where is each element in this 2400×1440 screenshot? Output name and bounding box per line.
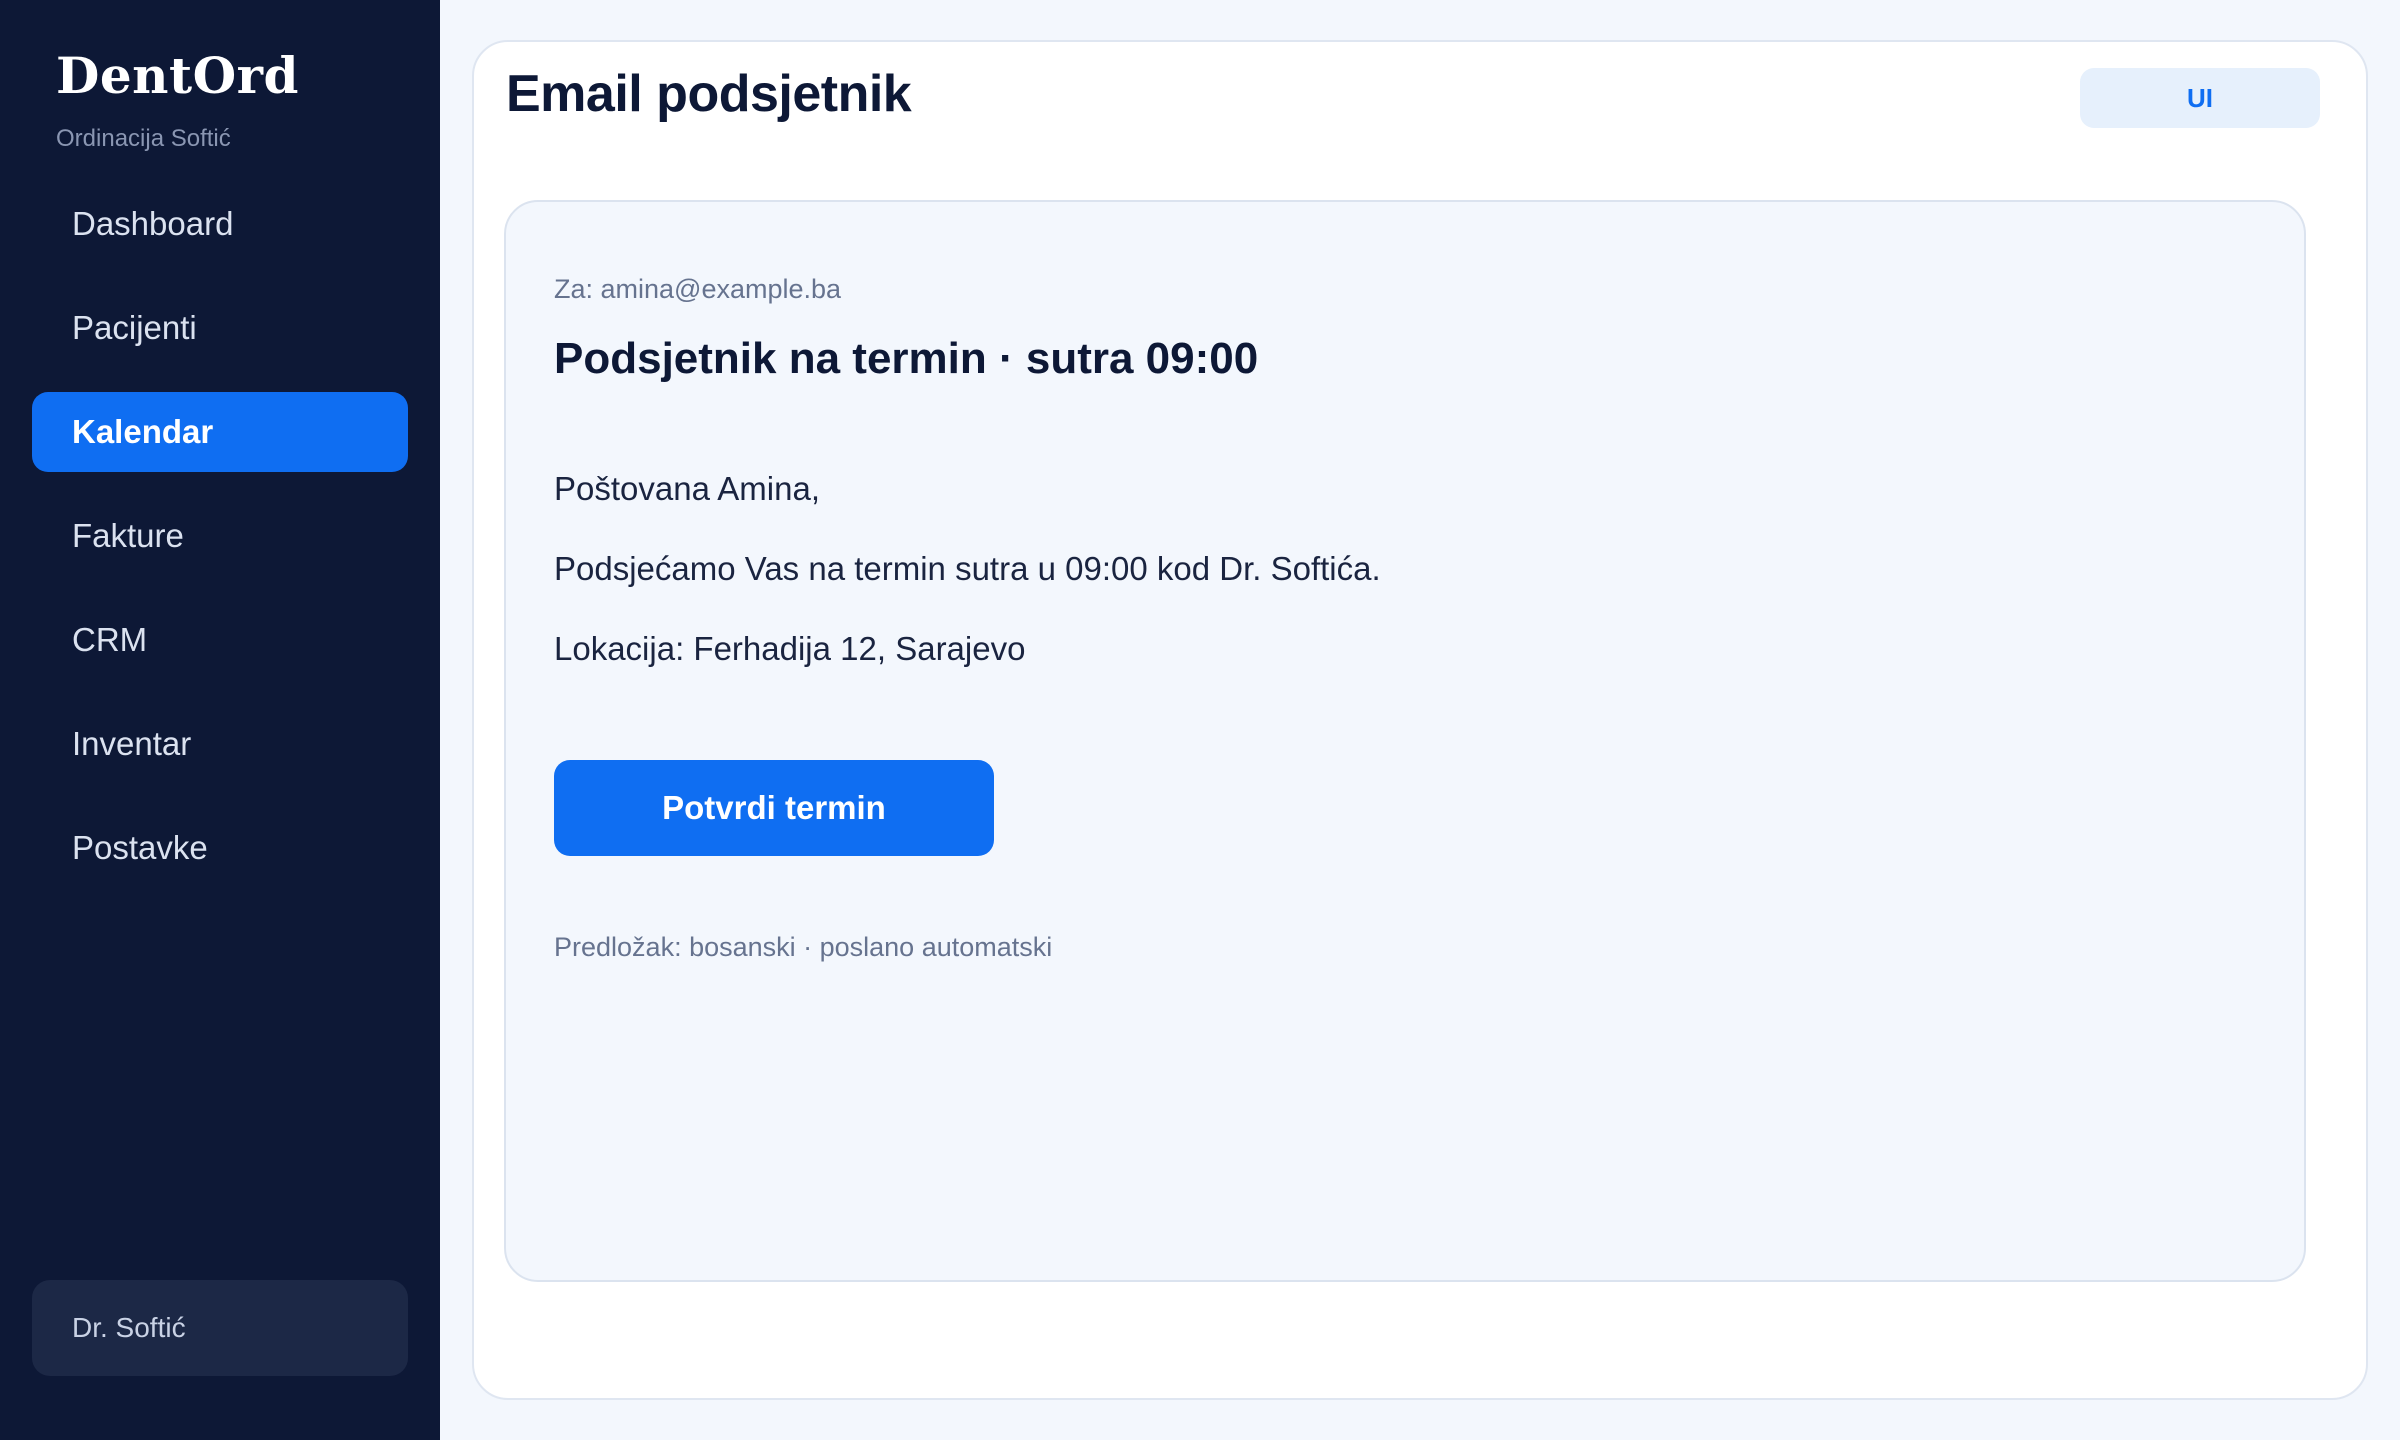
sidebar-item-pacijenti[interactable]: Pacijenti [32, 288, 408, 368]
app-root: DentOrd Ordinacija Softić Dashboard Paci… [0, 0, 2400, 1440]
main-panel: Email podsjetnik UI Za: amina@example.ba… [472, 40, 2368, 1400]
email-greeting: Poštovana Amina, [554, 470, 820, 507]
brand-logo: DentOrd [56, 46, 299, 105]
brand-subtitle: Ordinacija Softić [56, 125, 231, 152]
user-profile-button[interactable]: Dr. Softić [32, 1280, 408, 1376]
email-preview-card: Za: amina@example.ba Podsjetnik na termi… [504, 200, 2306, 1282]
sidebar-item-inventar[interactable]: Inventar [32, 704, 408, 784]
sidebar-nav: Dashboard Pacijenti Kalendar Fakture CRM… [32, 184, 408, 912]
email-template-info: Predložak: bosanski · poslano automatski [554, 932, 1053, 962]
sidebar-item-postavke[interactable]: Postavke [32, 808, 408, 888]
sidebar-item-crm[interactable]: CRM [32, 600, 408, 680]
sidebar-item-kalendar[interactable]: Kalendar [32, 392, 408, 472]
email-subject: Podsjetnik na termin · sutra 09:00 [554, 334, 1259, 383]
page-title: Email podsjetnik [506, 65, 912, 123]
sidebar-item-fakture[interactable]: Fakture [32, 496, 408, 576]
email-location: Lokacija: Ferhadija 12, Sarajevo [554, 630, 1026, 667]
sidebar-item-dashboard[interactable]: Dashboard [32, 184, 408, 264]
ui-toggle-button[interactable]: UI [2080, 68, 2320, 128]
confirm-appointment-button[interactable]: Potvrdi termin [554, 760, 994, 856]
sidebar: DentOrd Ordinacija Softić Dashboard Paci… [0, 0, 440, 1440]
email-body-text: Podsjećamo Vas na termin sutra u 09:00 k… [554, 550, 1381, 587]
email-recipient: Za: amina@example.ba [554, 274, 842, 304]
